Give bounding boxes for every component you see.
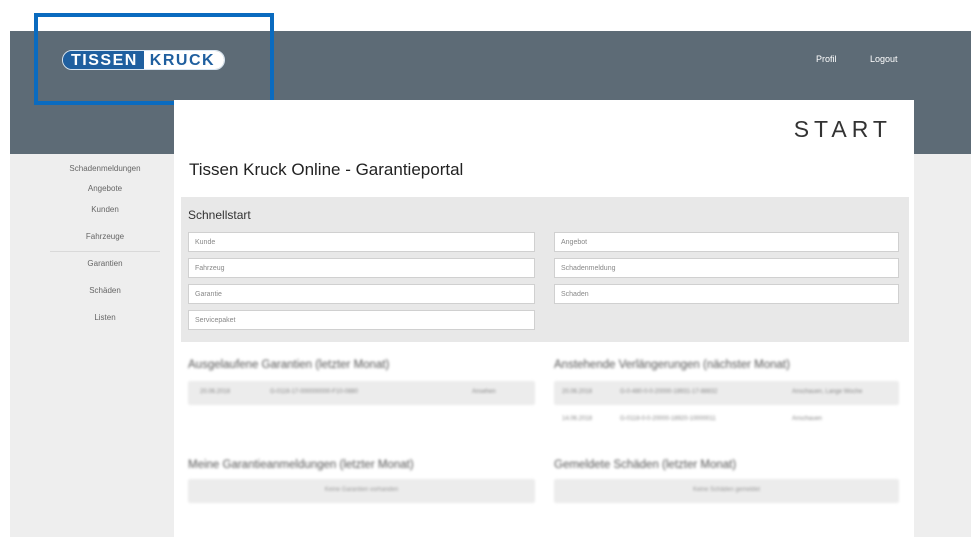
row-date: 20.06.2018 — [562, 389, 593, 395]
table-row[interactable]: 14.06.2018 G-0118-0-0-20000-18920-100000… — [554, 412, 899, 428]
row-id: G-0-480-0-0-20000-18931-17-88832 — [620, 389, 718, 395]
row-action[interactable]: Anschauen — [792, 416, 822, 422]
row-date: 14.06.2018 — [562, 416, 593, 422]
table-row[interactable]: 20.06.2018 G-0-480-0-0-20000-18931-17-88… — [554, 381, 899, 405]
sidebar-item-listen[interactable]: Listen — [50, 306, 160, 333]
table-row[interactable]: 20.06.2018 G-0116-17-000000000-F10-0880 … — [188, 381, 535, 405]
logo-highlight-frame — [34, 13, 274, 105]
logout-link[interactable]: Logout — [870, 54, 898, 64]
row-id: G-0118-0-0-20000-18920-10000011 — [620, 416, 716, 422]
sidebar-item-schadenmeldungen[interactable]: Schadenmeldungen — [50, 158, 160, 180]
row-id: G-0116-17-000000000-F10-0880 — [270, 389, 358, 395]
registrations-empty-text: Keine Garantien vorhanden — [324, 487, 399, 493]
registrations-title: Meine Garantieanmeldungen (letzter Monat… — [188, 459, 414, 471]
quickstart-field-schaden[interactable]: Schaden — [554, 284, 899, 304]
sidebar-item-garantien[interactable]: Garantien — [50, 252, 160, 279]
quickstart-field-angebot[interactable]: Angebot — [554, 232, 899, 252]
quickstart-field-servicepaket[interactable]: Servicepaket — [188, 310, 535, 330]
profile-link[interactable]: Profil — [816, 54, 837, 64]
sidebar-item-kunden[interactable]: Kunden — [50, 198, 160, 225]
sidebar-item-fahrzeuge[interactable]: Fahrzeuge — [50, 225, 160, 252]
main-panel: START Tissen Kruck Online - Garantieport… — [174, 100, 914, 537]
quickstart-title: Schnellstart — [188, 208, 251, 222]
expired-warranties-title: Ausgelaufene Garantien (letzter Monat) — [188, 359, 390, 371]
quickstart-field-kunde[interactable]: Kunde — [188, 232, 535, 252]
row-action[interactable]: Anschauen, Lange Woche — [792, 389, 862, 395]
quickstart-panel: Schnellstart Kunde Fahrzeug Garantie Ser… — [181, 197, 909, 342]
claims-empty-bar: Keine Schäden gemeldet — [554, 479, 899, 503]
row-action[interactable]: Ansehen — [472, 389, 496, 395]
quickstart-field-garantie[interactable]: Garantie — [188, 284, 535, 304]
sidebar-item-schaeden[interactable]: Schäden — [50, 279, 160, 306]
row-date: 20.06.2018 — [200, 389, 231, 395]
claims-title: Gemeldete Schäden (letzter Monat) — [554, 459, 737, 471]
quickstart-field-schadenmeldung[interactable]: Schadenmeldung — [554, 258, 899, 278]
sidebar-item-angebote[interactable]: Angebote — [50, 180, 160, 198]
sidebar-nav: Schadenmeldungen Angebote Kunden Fahrzeu… — [50, 158, 160, 333]
registrations-empty-bar: Keine Garantien vorhanden — [188, 479, 535, 503]
quickstart-field-fahrzeug[interactable]: Fahrzeug — [188, 258, 535, 278]
start-heading: START — [793, 116, 892, 142]
claims-empty-text: Keine Schäden gemeldet — [692, 487, 761, 493]
page-title: Tissen Kruck Online - Garantieportal — [189, 160, 464, 179]
renewals-title: Anstehende Verlängerungen (nächster Mona… — [554, 359, 790, 371]
